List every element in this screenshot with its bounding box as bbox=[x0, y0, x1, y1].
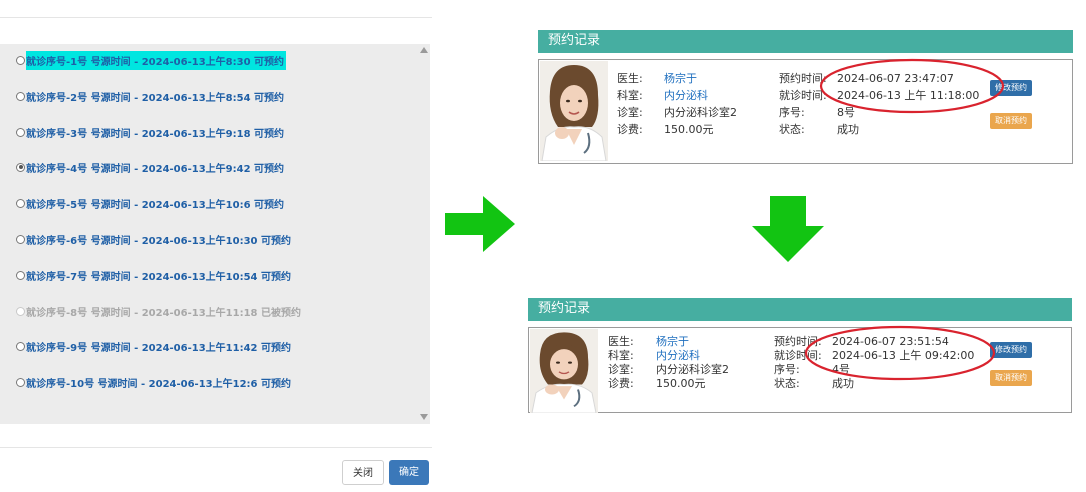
slot-label: 就诊序号-7号 号源时间 - 2024-06-13上午10:54 可预约 bbox=[26, 271, 291, 283]
arrow-down-icon bbox=[752, 196, 824, 262]
fee-value: 150.00元 bbox=[656, 377, 706, 390]
modal-header-divider bbox=[0, 17, 432, 18]
slot-radio[interactable] bbox=[16, 234, 25, 244]
slot-label: 就诊序号-2号 号源时间 - 2024-06-13上午8:54 可预约 bbox=[26, 92, 285, 104]
slot-option[interactable]: 就诊序号-5号 号源时间 - 2024-06-13上午10:6 可预约 bbox=[16, 194, 284, 212]
highlight-ellipse-before bbox=[819, 58, 1005, 114]
slot-label: 就诊序号-4号 号源时间 - 2024-06-13上午9:42 可预约 bbox=[26, 163, 285, 175]
record-header-before: 预约记录 bbox=[538, 30, 1073, 53]
slot-option[interactable]: 就诊序号-6号 号源时间 - 2024-06-13上午10:30 可预约 bbox=[16, 230, 291, 248]
doctor-label: 医生: bbox=[608, 335, 634, 348]
doctor-avatar bbox=[530, 329, 598, 413]
slot-option[interactable]: 就诊序号-9号 号源时间 - 2024-06-13上午11:42 可预约 bbox=[16, 337, 291, 355]
scroll-up-arrow-icon[interactable] bbox=[420, 47, 428, 53]
slot-option[interactable]: 就诊序号-3号 号源时间 - 2024-06-13上午9:18 可预约 bbox=[16, 123, 284, 141]
slot-radio bbox=[16, 306, 25, 316]
highlight-ellipse-after bbox=[804, 325, 996, 381]
slot-list-panel[interactable]: 就诊序号-1号 号源时间 - 2024-06-13上午8:30 可预约就诊序号-… bbox=[0, 44, 430, 424]
slot-label: 就诊序号-5号 号源时间 - 2024-06-13上午10:6 可预约 bbox=[26, 199, 285, 211]
room-value: 内分泌科诊室2 bbox=[656, 363, 729, 376]
doctor-name-link[interactable]: 杨宗于 bbox=[656, 335, 689, 349]
slot-radio[interactable] bbox=[16, 127, 25, 137]
slot-option[interactable]: 就诊序号-1号 号源时间 - 2024-06-13上午8:30 可预约 bbox=[16, 50, 287, 70]
status-label: 状态: bbox=[779, 123, 805, 136]
slot-radio[interactable] bbox=[16, 55, 25, 65]
room-value: 内分泌科诊室2 bbox=[664, 106, 737, 119]
dept-name-link[interactable]: 内分泌科 bbox=[656, 349, 700, 363]
slot-option: 就诊序号-8号 号源时间 - 2024-06-13上午11:18 已被预约 bbox=[16, 302, 301, 320]
doctor-label: 医生: bbox=[617, 72, 643, 85]
close-button[interactable]: 关闭 bbox=[342, 460, 384, 485]
slot-option[interactable]: 就诊序号-2号 号源时间 - 2024-06-13上午8:54 可预约 bbox=[16, 87, 284, 105]
modal-footer-divider bbox=[0, 447, 432, 448]
slot-label: 就诊序号-10号 号源时间 - 2024-06-13上午12:6 可预约 bbox=[26, 378, 291, 390]
status-label: 状态: bbox=[774, 377, 800, 390]
fee-label: 诊费: bbox=[617, 123, 643, 136]
room-label: 诊室: bbox=[617, 106, 643, 119]
dept-label: 科室: bbox=[617, 89, 643, 102]
slot-label: 就诊序号-3号 号源时间 - 2024-06-13上午9:18 可预约 bbox=[26, 128, 285, 140]
fee-value: 150.00元 bbox=[664, 123, 714, 136]
slot-option[interactable]: 就诊序号-4号 号源时间 - 2024-06-13上午9:42 可预约 bbox=[16, 158, 284, 176]
slot-radio[interactable] bbox=[16, 162, 25, 172]
slot-radio[interactable] bbox=[16, 377, 25, 387]
dept-label: 科室: bbox=[608, 349, 634, 362]
slot-radio[interactable] bbox=[16, 91, 25, 101]
room-label: 诊室: bbox=[608, 363, 634, 376]
slot-radio[interactable] bbox=[16, 341, 25, 351]
fee-label: 诊费: bbox=[608, 377, 634, 390]
slot-label: 就诊序号-9号 号源时间 - 2024-06-13上午11:42 可预约 bbox=[26, 342, 291, 354]
slot-label: 就诊序号-6号 号源时间 - 2024-06-13上午10:30 可预约 bbox=[26, 235, 291, 247]
slot-option[interactable]: 就诊序号-7号 号源时间 - 2024-06-13上午10:54 可预约 bbox=[16, 266, 291, 284]
scrollbar[interactable] bbox=[418, 44, 430, 424]
slot-option[interactable]: 就诊序号-10号 号源时间 - 2024-06-13上午12:6 可预约 bbox=[16, 373, 291, 391]
arrow-right-icon bbox=[445, 196, 515, 252]
slot-selection-modal: 就诊序号-1号 号源时间 - 2024-06-13上午8:30 可预约就诊序号-… bbox=[0, 0, 432, 492]
doctor-avatar bbox=[540, 61, 608, 161]
seq-label: 序号: bbox=[779, 106, 805, 119]
slot-radio[interactable] bbox=[16, 270, 25, 280]
seq-label: 序号: bbox=[774, 363, 800, 376]
record-header-after: 预约记录 bbox=[528, 298, 1072, 321]
slot-radio[interactable] bbox=[16, 198, 25, 208]
scroll-down-arrow-icon[interactable] bbox=[420, 414, 428, 420]
slot-label: 就诊序号-1号 号源时间 - 2024-06-13上午8:30 可预约 bbox=[26, 50, 287, 70]
dept-name-link[interactable]: 内分泌科 bbox=[664, 87, 708, 104]
status-value: 成功 bbox=[837, 123, 859, 136]
confirm-button[interactable]: 确定 bbox=[389, 460, 429, 485]
slot-list: 就诊序号-1号 号源时间 - 2024-06-13上午8:30 可预约就诊序号-… bbox=[0, 44, 418, 424]
doctor-name-link[interactable]: 杨宗于 bbox=[664, 70, 697, 87]
slot-label: 就诊序号-8号 号源时间 - 2024-06-13上午11:18 已被预约 bbox=[26, 307, 301, 319]
